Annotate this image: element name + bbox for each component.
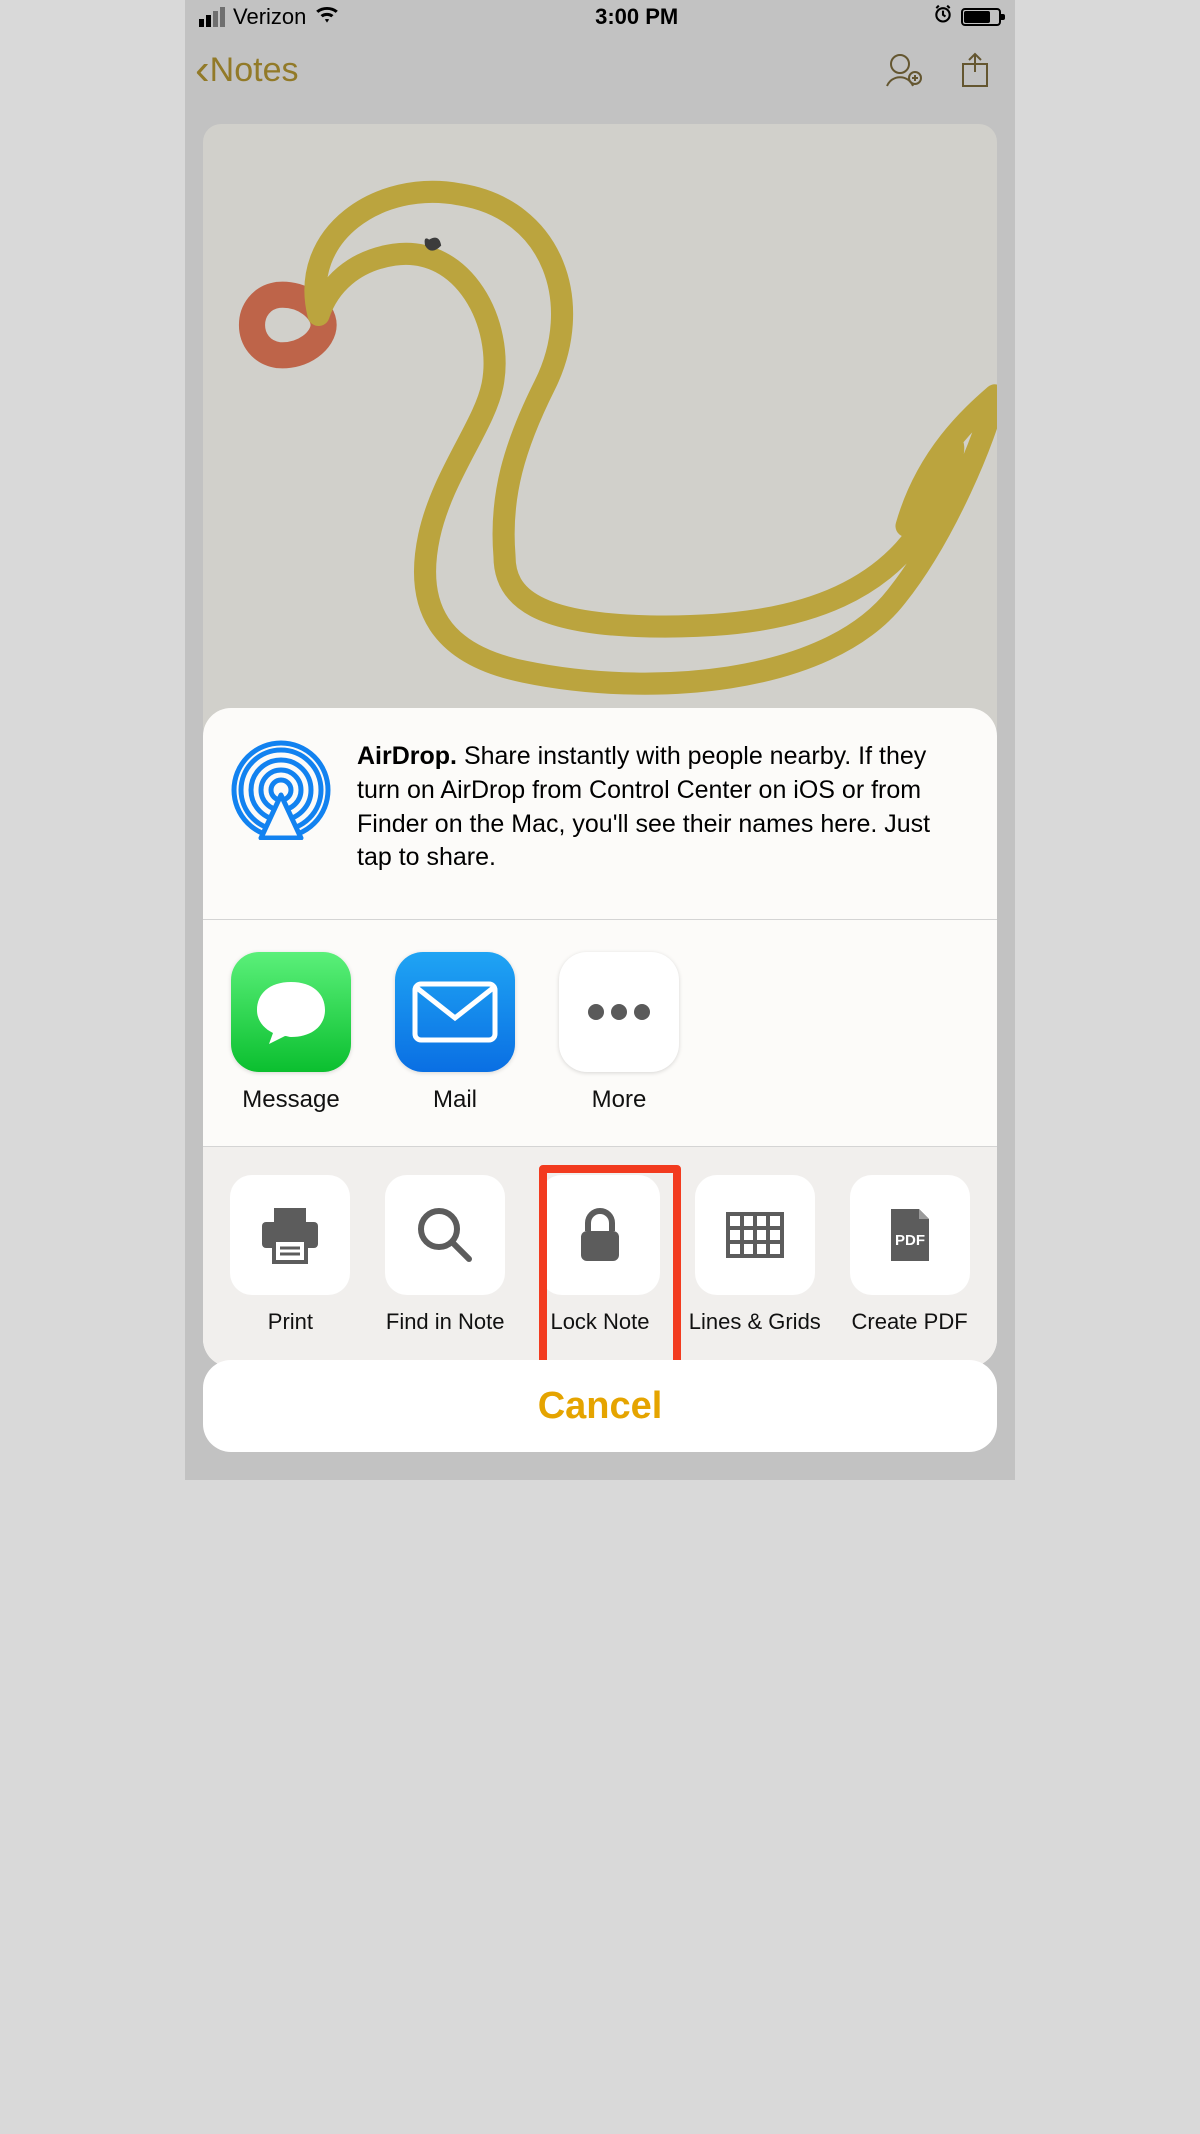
status-bar: Verizon 3:00 PM <box>185 0 1015 34</box>
action-lock-note[interactable]: Lock Note <box>529 1175 672 1335</box>
message-icon <box>231 952 351 1072</box>
airdrop-icon <box>231 740 331 840</box>
printer-icon <box>230 1175 350 1295</box>
chevron-left-icon: ‹ <box>195 45 210 95</box>
note-drawing-canvas <box>203 124 997 744</box>
back-button[interactable]: ‹ Notes <box>195 45 298 95</box>
mail-icon <box>395 952 515 1072</box>
share-app-mail[interactable]: Mail <box>395 952 515 1114</box>
action-find-in-note[interactable]: Find in Note <box>374 1175 517 1335</box>
more-icon <box>559 952 679 1072</box>
share-actions-row: Print Find in Note Lock Note Lines & G <box>203 1147 997 1367</box>
action-create-pdf[interactable]: PDF Create PDF <box>838 1175 981 1335</box>
share-apps-row: Message Mail More <box>203 920 997 1147</box>
lock-icon <box>540 1175 660 1295</box>
share-sheet: AirDrop. Share instantly with people nea… <box>203 708 997 1367</box>
airdrop-section[interactable]: AirDrop. Share instantly with people nea… <box>203 708 997 920</box>
share-app-message[interactable]: Message <box>231 952 351 1114</box>
grid-icon <box>695 1175 815 1295</box>
search-icon <box>385 1175 505 1295</box>
battery-icon <box>961 8 1001 26</box>
wifi-icon <box>314 4 340 30</box>
share-button[interactable] <box>953 48 997 92</box>
share-app-more[interactable]: More <box>559 952 679 1114</box>
nav-bar: ‹ Notes <box>185 34 1015 114</box>
back-label: Notes <box>210 51 299 90</box>
action-print[interactable]: Print <box>219 1175 362 1335</box>
action-lines-grids[interactable]: Lines & Grids <box>683 1175 826 1335</box>
clock: 3:00 PM <box>595 4 678 30</box>
carrier-label: Verizon <box>233 4 306 30</box>
add-people-button[interactable] <box>881 48 925 92</box>
airdrop-description: AirDrop. Share instantly with people nea… <box>357 740 969 875</box>
phone-screen: Verizon 3:00 PM ‹ Notes <box>185 0 1015 1480</box>
alarm-icon <box>933 4 953 30</box>
cancel-button[interactable]: Cancel <box>203 1360 997 1452</box>
cellular-signal-icon <box>199 7 225 27</box>
duck-sketch <box>203 124 997 744</box>
svg-text:PDF: PDF <box>895 1232 925 1249</box>
pdf-icon: PDF <box>850 1175 970 1295</box>
